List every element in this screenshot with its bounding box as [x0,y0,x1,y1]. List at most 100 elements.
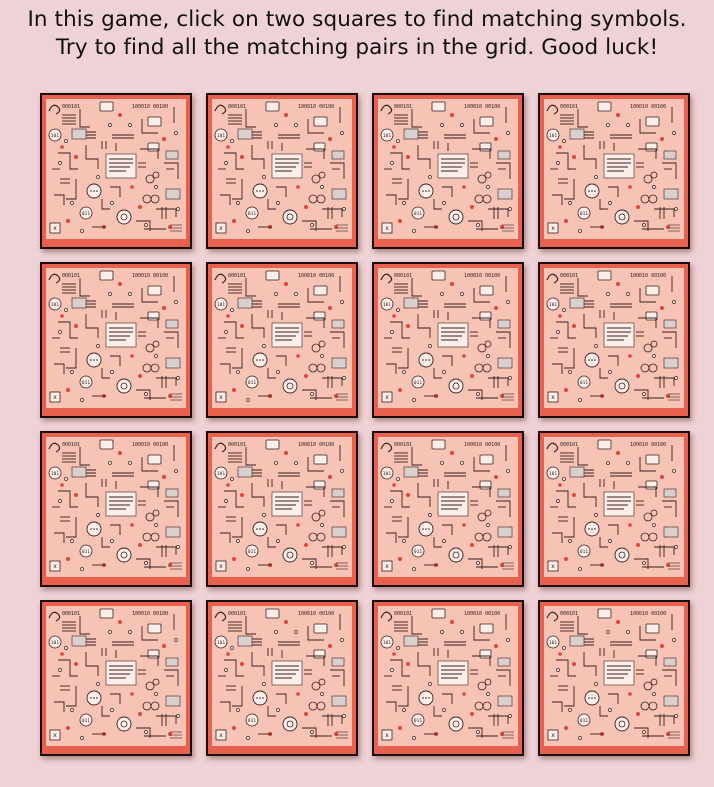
svg-text:101: 101 [51,133,59,139]
memory-card[interactable]: 000101 100010 00100 101 011 x [206,93,358,249]
svg-text:011: 011 [580,380,588,386]
memory-card[interactable]: 000101 100010 00100 101 011 x [372,600,524,756]
circuit-board-icon: 000101 100010 00100 101 011 x [212,606,352,746]
svg-text:100010 00100: 100010 00100 [298,442,334,448]
card-back: 000101 100010 00100 101 011 x [46,99,186,239]
svg-text:100010 00100: 100010 00100 [464,273,500,279]
svg-text:000101: 000101 [228,104,246,110]
svg-text:011: 011 [248,718,256,724]
svg-text:100010 00100: 100010 00100 [630,273,666,279]
svg-text:101: 101 [383,640,391,646]
memory-card[interactable]: 000101 100010 00100 101 011 x [372,431,524,587]
svg-text:000101: 000101 [228,611,246,617]
svg-text:011: 011 [414,380,422,386]
svg-text:101: 101 [549,471,557,477]
card-back: 000101 100010 00100 101 011 x [212,437,352,577]
circuit-board-icon: 000101 100010 00100 101 011 x [544,606,684,746]
svg-text:011: 011 [414,549,422,555]
svg-text:101: 101 [549,302,557,308]
svg-text:101: 101 [217,302,225,308]
memory-card[interactable]: 000101 100010 00100 101 011 x [538,431,690,587]
svg-text:011: 011 [580,549,588,555]
svg-text:101: 101 [217,640,225,646]
card-back: 000101 100010 00100 101 011 x [212,99,352,239]
svg-text:100010 00100: 100010 00100 [132,442,168,448]
card-back: 000101 100010 00100 101 011 x [378,606,518,746]
svg-text:101: 101 [217,133,225,139]
svg-text:x: x [53,225,57,232]
card-back: 000101 100010 00100 101 011 x [212,606,352,746]
circuit-board-icon: 000101 100010 00100 101 011 x [46,99,186,239]
svg-text:101: 101 [383,471,391,477]
card-back: 000101 100010 00100 101 011 x [378,437,518,577]
memory-card[interactable]: 000101 100010 00100 101 011 x [538,262,690,418]
memory-card[interactable]: 000101 100010 00100 101 011 x [40,431,192,587]
svg-text:011: 011 [82,718,90,724]
svg-text:000101: 000101 [394,611,412,617]
svg-text:101: 101 [51,302,59,308]
svg-text:000101: 000101 [394,104,412,110]
card-back: 000101 100010 00100 101 011 x [544,268,684,408]
memory-card[interactable]: 000101 100010 00100 101 011 x [206,262,358,418]
svg-text:x: x [219,563,223,570]
svg-text:000101: 000101 [560,442,578,448]
circuit-board-icon: 000101 100010 00100 101 011 x [378,268,518,408]
svg-text:000101: 000101 [394,442,412,448]
memory-card[interactable]: 000101 100010 00100 101 011 x [372,93,524,249]
circuit-board-icon: 000101 100010 00100 101 011 x [212,437,352,577]
svg-text:x: x [219,225,223,232]
memory-card[interactable]: 000101 100010 00100 101 011 x [206,600,358,756]
svg-text:100010 00100: 100010 00100 [132,611,168,617]
memory-card[interactable]: 000101 100010 00100 101 011 x [40,93,192,249]
circuit-board-icon: 000101 100010 00100 101 011 x [46,606,186,746]
svg-text:011: 011 [414,718,422,724]
svg-text:x: x [551,394,555,401]
svg-text:000101: 000101 [228,273,246,279]
card-back: 000101 100010 00100 101 011 x [46,606,186,746]
svg-text:x: x [53,394,57,401]
circuit-board-icon: 000101 100010 00100 101 011 x [378,99,518,239]
instructions-line-1: In this game, click on two squares to fi… [27,7,687,32]
circuit-board-icon: 000101 100010 00100 101 011 x [46,437,186,577]
svg-text:011: 011 [248,380,256,386]
svg-text:x: x [385,225,389,232]
svg-text:x: x [219,394,223,401]
svg-text:011: 011 [580,211,588,217]
svg-text:011: 011 [414,211,422,217]
svg-text:100010 00100: 100010 00100 [298,273,334,279]
svg-text:x: x [219,732,223,739]
svg-text:x: x [385,563,389,570]
svg-text:101: 101 [51,471,59,477]
svg-text:000101: 000101 [560,273,578,279]
svg-text:100010 00100: 100010 00100 [132,273,168,279]
memory-card[interactable]: 000101 100010 00100 101 011 x [538,600,690,756]
svg-text:000101: 000101 [62,611,80,617]
svg-text:000101: 000101 [62,273,80,279]
card-back: 000101 100010 00100 101 011 x [378,268,518,408]
circuit-board-icon: 000101 100010 00100 101 011 x [212,99,352,239]
svg-text:100010 00100: 100010 00100 [464,442,500,448]
memory-card[interactable]: 000101 100010 00100 101 011 x [40,262,192,418]
card-back: 000101 100010 00100 101 011 x [46,437,186,577]
memory-card[interactable]: 000101 100010 00100 101 011 x [538,93,690,249]
svg-text:011: 011 [82,211,90,217]
svg-text:x: x [551,563,555,570]
svg-text:000101: 000101 [62,104,80,110]
svg-text:000101: 000101 [560,611,578,617]
svg-text:100010 00100: 100010 00100 [630,442,666,448]
circuit-board-icon: 000101 100010 00100 101 011 x [544,268,684,408]
memory-card[interactable]: 000101 100010 00100 101 011 x [372,262,524,418]
memory-card[interactable]: 000101 100010 00100 101 011 x [206,431,358,587]
memory-card[interactable]: 000101 100010 00100 101 011 x [40,600,192,756]
svg-text:011: 011 [580,718,588,724]
svg-text:100010 00100: 100010 00100 [630,104,666,110]
svg-text:011: 011 [82,549,90,555]
circuit-board-icon: 000101 100010 00100 101 011 x [378,437,518,577]
svg-text:101: 101 [383,133,391,139]
svg-text:011: 011 [248,211,256,217]
card-back: 000101 100010 00100 101 011 x [544,606,684,746]
instructions-line-2: Try to find all the matching pairs in th… [55,35,659,60]
game-instructions: In this game, click on two squares to fi… [0,6,714,62]
circuit-board-icon: 000101 100010 00100 101 011 x [544,437,684,577]
card-back: 000101 100010 00100 101 011 x [544,99,684,239]
